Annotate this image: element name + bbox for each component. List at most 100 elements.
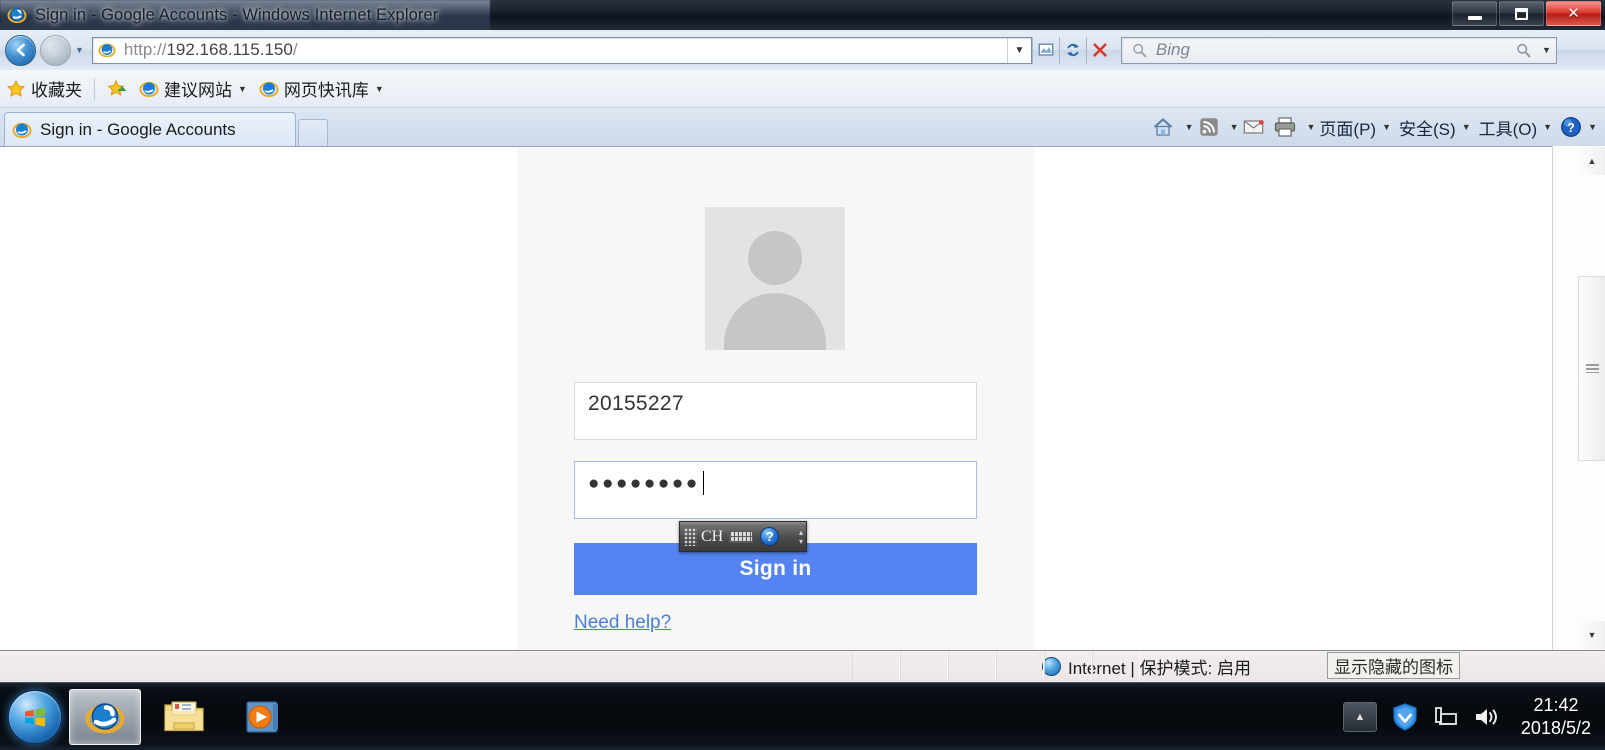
chevron-down-icon[interactable]: ▼ — [375, 84, 384, 94]
scroll-up-button[interactable]: ▲ — [1578, 147, 1605, 175]
signin-card: 20155227 ●●●●●●●● Sign in Need help? — [517, 147, 1034, 650]
ime-drag-handle[interactable] — [684, 527, 697, 546]
favorites-button[interactable]: 收藏夹 — [0, 76, 88, 102]
rss-feed-icon — [1199, 118, 1218, 136]
status-cell — [996, 652, 1044, 682]
chevron-down-icon: ▼ — [1588, 122, 1597, 132]
compatibility-view-button[interactable] — [1031, 36, 1059, 64]
home-dropdown-caret[interactable]: ▼ — [1185, 122, 1194, 132]
need-help-link[interactable]: Need help? — [574, 612, 671, 634]
internet-explorer-icon — [12, 122, 32, 138]
address-bar[interactable]: http://192.168.115.150/ ▼ — [91, 36, 1032, 64]
mail-icon — [1243, 120, 1264, 134]
refresh-icon — [1066, 43, 1079, 57]
security-shield-icon[interactable] — [1391, 702, 1419, 732]
chevron-down-icon: ▼ — [1461, 122, 1471, 132]
soft-keyboard-icon[interactable] — [729, 530, 754, 543]
help-icon: ? — [1561, 117, 1581, 137]
chevron-down-icon[interactable]: ▼ — [238, 84, 247, 94]
tab-bar: Sign in - Google Accounts ▼ ▼ ▼ 页面(P) ▼ … — [0, 108, 1605, 146]
feeds-dropdown-caret[interactable]: ▼ — [1230, 122, 1239, 132]
page-menu-button[interactable]: 页面(P) ▼ — [1315, 112, 1395, 142]
home-button[interactable] — [1147, 112, 1179, 142]
favorites-item-label: 建议网站 — [164, 81, 232, 100]
vertical-scrollbar[interactable]: ▲ ▼ — [1552, 146, 1605, 650]
ime-language-label[interactable]: CH — [701, 528, 723, 546]
chevron-down-icon[interactable]: ▾ — [799, 537, 803, 546]
text-cursor — [702, 471, 704, 495]
recent-pages-dropdown[interactable]: ▼ — [75, 45, 84, 55]
clock-date: 2018/5/2 — [1520, 717, 1591, 738]
chevron-down-icon: ▼ — [1543, 122, 1553, 132]
start-button[interactable] — [8, 689, 62, 744]
internet-explorer-icon — [139, 81, 159, 97]
mail-button[interactable] — [1239, 112, 1269, 142]
address-bar-text[interactable]: http://192.168.115.150/ — [124, 40, 298, 60]
taskbar-item-windows-explorer[interactable] — [148, 689, 220, 745]
print-dropdown-caret[interactable]: ▼ — [1307, 122, 1316, 132]
search-submit-icon[interactable] — [1515, 42, 1532, 59]
help-menu-button[interactable]: ? ▼ — [1556, 112, 1601, 142]
restore-icon — [1515, 7, 1528, 20]
restore-button[interactable] — [1499, 1, 1544, 26]
favorites-separator — [94, 77, 95, 100]
ime-language-toolbar[interactable]: CH ? ▴ ▾ — [679, 521, 807, 552]
password-input-value: ●●●●●●●● — [588, 473, 700, 494]
feeds-button[interactable] — [1194, 112, 1224, 142]
chevron-down-icon: ▼ — [1382, 122, 1392, 132]
page-menu-label: 页面(P) — [1319, 119, 1377, 139]
minimize-button[interactable] — [1452, 1, 1497, 26]
password-input[interactable]: ●●●●●●●● — [574, 461, 977, 519]
tooltip: 显示隐藏的图标 — [1327, 652, 1460, 679]
navigation-bar: ▼ http://192.168.115.150/ ▼ Bing ▼ — [0, 30, 1605, 70]
stop-button[interactable] — [1085, 36, 1113, 64]
favorites-item-label: 网页快讯库 — [283, 81, 369, 100]
username-input[interactable]: 20155227 — [574, 382, 977, 440]
ime-help-icon[interactable]: ? — [760, 527, 780, 546]
browser-window: Sign in - Google Accounts - Windows Inte… — [0, 0, 1605, 750]
sign-in-button-label: Sign in — [739, 557, 812, 580]
scrollbar-thumb[interactable] — [1578, 276, 1605, 461]
show-hidden-icons-button[interactable]: ▲ — [1342, 701, 1377, 732]
tab-sign-in-google-accounts[interactable]: Sign in - Google Accounts — [4, 112, 296, 146]
star-add-icon — [107, 79, 127, 96]
compatibility-view-icon — [1038, 43, 1054, 56]
new-tab-button[interactable] — [298, 119, 328, 146]
refresh-button[interactable] — [1058, 36, 1086, 64]
taskbar-item-windows-media-player[interactable] — [227, 689, 299, 745]
back-button[interactable] — [5, 34, 36, 66]
chevron-up-icon[interactable]: ▴ — [799, 528, 803, 537]
safety-menu-button[interactable]: 安全(S) ▼ — [1395, 112, 1475, 142]
clock[interactable]: 21:42 2018/5/2 — [1521, 694, 1591, 740]
search-box[interactable]: Bing ▼ — [1120, 36, 1557, 64]
forward-button[interactable] — [40, 34, 71, 66]
folder-icon — [164, 700, 204, 731]
web-page-content: 20155227 ●●●●●●●● Sign in Need help? — [0, 147, 1552, 650]
status-cell — [1092, 652, 1140, 682]
address-dropdown-button[interactable]: ▼ — [1006, 37, 1031, 63]
window-title: Sign in - Google Accounts - Windows Inte… — [35, 5, 439, 24]
url-scheme: http:// — [123, 40, 167, 59]
internet-explorer-icon — [85, 702, 125, 733]
favorites-item-suggested-sites[interactable]: 建议网站 ▼ — [133, 76, 253, 102]
network-icon[interactable] — [1433, 704, 1459, 730]
search-icon — [1133, 43, 1147, 57]
taskbar-item-internet-explorer[interactable] — [69, 688, 141, 745]
avatar — [705, 207, 845, 350]
status-bar-cells — [852, 652, 1140, 682]
scroll-down-button[interactable]: ▼ — [1578, 621, 1605, 649]
close-button[interactable]: ✕ — [1546, 1, 1601, 26]
tools-menu-button[interactable]: 工具(O) ▼ — [1475, 112, 1556, 142]
volume-icon[interactable] — [1473, 704, 1501, 730]
favorites-item-web-slice-gallery[interactable]: 网页快讯库 ▼ — [253, 76, 390, 102]
tools-menu-label: 工具(O) — [1478, 119, 1538, 139]
print-button[interactable] — [1269, 112, 1301, 142]
search-dropdown-caret[interactable]: ▼ — [1542, 45, 1551, 55]
ime-expand-buttons[interactable]: ▴ ▾ — [799, 524, 803, 550]
favorites-bar: 收藏夹 建议网站 ▼ 网页快讯库 ▼ — [0, 70, 1605, 108]
forward-arrow-icon — [51, 43, 60, 57]
stop-icon — [1093, 43, 1107, 57]
url-host: 192.168.115.150 — [166, 40, 293, 59]
status-cell — [900, 652, 948, 682]
add-to-favorites-bar-button[interactable] — [101, 76, 133, 102]
